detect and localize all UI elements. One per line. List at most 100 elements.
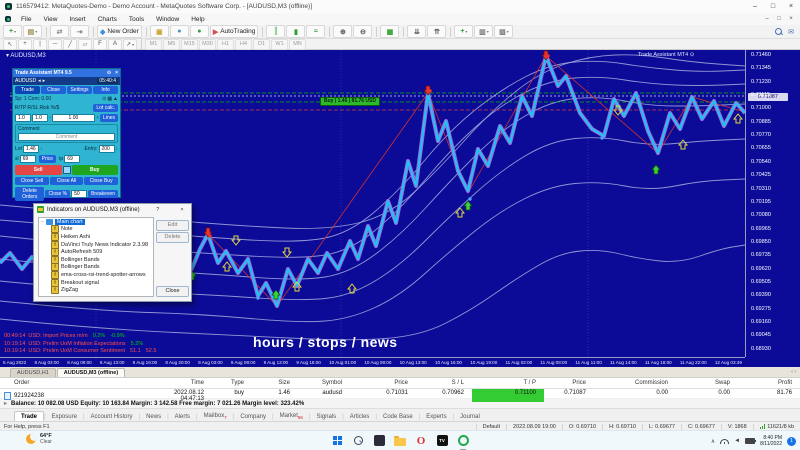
terminal-tab-exposure[interactable]: Exposure	[46, 412, 83, 422]
chat-icon[interactable]: ✉	[788, 28, 794, 36]
file-explorer-icon[interactable]	[393, 433, 407, 448]
expander-icon[interactable]: ▸	[4, 400, 7, 407]
menu-view[interactable]: View	[37, 16, 63, 23]
line-chart-button[interactable]: ≈	[306, 25, 325, 38]
zoom-out-button[interactable]: ⊖	[353, 25, 372, 38]
new-chart-button[interactable]: +▾	[3, 25, 22, 38]
community-button[interactable]: ●	[170, 25, 189, 38]
crosshair-tool[interactable]: +	[18, 39, 32, 50]
lines-button[interactable]: Lines	[100, 114, 118, 122]
timeframe-h4[interactable]: H4	[235, 39, 252, 50]
rsl-input[interactable]: 1.0	[32, 114, 48, 122]
menu-insert[interactable]: Insert	[63, 16, 91, 23]
panel-mini-icon-1[interactable]: ⊙	[102, 96, 106, 102]
col-price-current[interactable]: Price	[544, 378, 594, 388]
scroll-chart-button[interactable]: ⇄	[50, 25, 69, 38]
close-buy-button[interactable]: Close Buy	[84, 177, 118, 185]
timeframe-m1[interactable]: M1	[145, 39, 162, 50]
indicators-dialog-titlebar[interactable]: Indicators on AUDUSD,M3 (offline) ? ×	[34, 204, 191, 215]
confirm-checkbox[interactable]	[63, 166, 71, 174]
delete-orders-button[interactable]: Delete Orders	[15, 187, 44, 201]
col-profit[interactable]: Profit	[738, 378, 800, 388]
terminal-tab-articles[interactable]: Articles	[344, 412, 376, 422]
indicator-row[interactable]: fema-cross-rsi-trend-spotter-arrows	[39, 271, 153, 279]
chart-area[interactable]: ▾ AUDUSD,M3 Trade Assistant MT4 ⊙ Buy | …	[0, 50, 800, 367]
chart-tab[interactable]: AUDUSD,H1	[10, 368, 56, 377]
terminal-tab-alerts[interactable]: Alerts	[169, 412, 196, 422]
panel-gear-icon[interactable]: ⊙	[107, 70, 111, 76]
indicators-tree[interactable]: −Main chartfNotefHeiken AshifDaVinci Tru…	[38, 217, 154, 297]
arrow-objects-tool[interactable]: ↗▾	[123, 39, 137, 50]
buy-button[interactable]: Buy	[72, 165, 119, 175]
bar-chart-button[interactable]: ║	[266, 25, 285, 38]
maximize-button[interactable]: □	[764, 1, 782, 13]
timeframe-d1[interactable]: D1	[253, 39, 270, 50]
new-order-button[interactable]: ◆New Order	[97, 25, 142, 38]
terminal-tab-journal[interactable]: Journal	[454, 412, 486, 422]
mdi-restore-icon[interactable]: □	[773, 16, 785, 22]
entry-input[interactable]: 200	[99, 145, 115, 153]
col-tp[interactable]: T / P	[472, 378, 544, 388]
vertical-line-tool[interactable]: |	[33, 39, 47, 50]
panel-tab-info[interactable]: Info	[93, 86, 118, 94]
risk-input[interactable]: 1.00	[52, 114, 95, 122]
indicators-dialog[interactable]: Indicators on AUDUSD,M3 (offline) ? × −M…	[33, 203, 192, 302]
close-dialog-button[interactable]: Close	[156, 286, 189, 297]
tree-expander-icon[interactable]: −	[41, 219, 44, 225]
indicator-row[interactable]: fAutoRefresh 509	[39, 248, 153, 256]
minimize-button[interactable]: –	[746, 1, 764, 13]
opera-icon[interactable]: O	[414, 433, 428, 448]
col-size[interactable]: Size	[252, 378, 298, 388]
dialog-close-icon[interactable]: ×	[176, 207, 188, 213]
candlestick-chart-button[interactable]: ▮	[286, 25, 305, 38]
indicator-row[interactable]: fZigZag	[39, 286, 153, 294]
panel-close-icon[interactable]: ×	[115, 70, 118, 76]
close-sell-button[interactable]: Close Sell	[15, 177, 49, 185]
timeframe-m15[interactable]: M15	[181, 39, 198, 50]
close-all-button[interactable]: Close All	[50, 177, 84, 185]
sort-asc-button[interactable]: ⇊	[407, 25, 426, 38]
timeframe-mn[interactable]: MN	[289, 39, 306, 50]
timeframe-m5[interactable]: M5	[163, 39, 180, 50]
weather-widget[interactable]: 64°FClear	[26, 433, 52, 445]
profiles-button[interactable]: ▤▾	[23, 25, 42, 38]
chart-tab[interactable]: AUDUSD,M3 (offline)	[57, 368, 125, 377]
order-row[interactable]: 921924238 2022.08.12 04:47:13 buy 1.46 a…	[0, 389, 800, 399]
rtp-input[interactable]: 1.0	[15, 114, 31, 122]
col-time[interactable]: Time	[150, 378, 212, 388]
zoom-in-button[interactable]: ⊕	[333, 25, 352, 38]
expert-advisors-button[interactable]: ▣	[150, 25, 169, 38]
prev-symbol-icon[interactable]: ◂	[38, 78, 41, 84]
mdi-close-icon[interactable]: ×	[785, 16, 797, 22]
lot-input[interactable]: 1.46	[23, 145, 39, 153]
col-order[interactable]: Order	[0, 378, 150, 388]
lot-calc-button[interactable]: Lot calc.	[93, 104, 118, 112]
panel-mini-icon-2[interactable]: ▦	[107, 96, 112, 102]
autotrading-button[interactable]: ▶AutoTrading	[210, 25, 259, 38]
col-type[interactable]: Type	[212, 378, 252, 388]
tradingview-icon[interactable]: TV	[435, 433, 449, 448]
price-scale[interactable]: 0.71087 0.714600.713450.712300.711150.71…	[745, 50, 800, 357]
tp-input[interactable]: 69	[64, 155, 80, 163]
cursor-tool[interactable]: ↖	[3, 39, 17, 50]
symbol-select[interactable]: AUDUSD	[15, 78, 36, 84]
horizontal-line-tool[interactable]: ─	[48, 39, 62, 50]
active-app-icon[interactable]	[456, 433, 470, 448]
web-request-button[interactable]: ●	[190, 25, 209, 38]
col-symbol[interactable]: Symbol	[298, 378, 350, 388]
col-sl[interactable]: S / L	[416, 378, 472, 388]
battery-icon[interactable]	[745, 438, 755, 444]
sell-button[interactable]: Sell	[15, 165, 62, 175]
trade-assistant-titlebar[interactable]: Trade Assistant MT4 9.5 ⊙ ×	[13, 69, 120, 77]
sort-desc-button[interactable]: ⇈	[427, 25, 446, 38]
breakeven-button[interactable]: Breakeven	[88, 190, 118, 198]
dialog-help-icon[interactable]: ?	[152, 207, 164, 213]
terminal-tab-account-history[interactable]: Account History	[85, 412, 139, 422]
terminal-tab-signals[interactable]: Signals	[311, 412, 343, 422]
time-axis[interactable]: 5 Aug 20228 Aug 03:008 Aug 09:008 Aug 13…	[0, 357, 745, 367]
tray-chevron-icon[interactable]: ∧	[711, 438, 715, 445]
col-swap[interactable]: Swap	[676, 378, 738, 388]
wifi-icon[interactable]	[720, 439, 729, 444]
panel-tab-trade[interactable]: Trade	[15, 86, 40, 94]
close-pct-input[interactable]: 50	[71, 190, 87, 198]
